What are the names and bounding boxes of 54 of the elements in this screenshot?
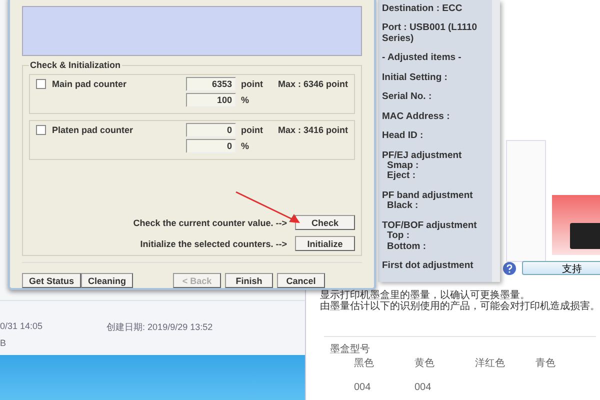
info-line: Initial Setting : <box>382 72 448 84</box>
modified-date: 0/31 14:05 <box>0 321 43 333</box>
info-line: PF/EJ adjustment <box>382 150 463 161</box>
info-line: PF band adjustment <box>382 190 474 201</box>
info-line: Destination : ECC <box>382 4 464 14</box>
counter-checkbox[interactable]: Platen pad counter <box>36 125 186 135</box>
counter-value: 0 <box>186 123 236 137</box>
percent-value: 0 <box>186 139 236 153</box>
unit-label: % <box>240 141 250 151</box>
action-button[interactable]: Initialize <box>295 236 356 251</box>
unit-label: point <box>240 79 264 89</box>
ink-color-name: 黄色 <box>414 356 436 370</box>
notice-text: 显示打印机墨盒里的墨量，以确认可更换墨量。 <box>320 290 530 301</box>
checkbox-icon[interactable] <box>36 125 46 135</box>
nav-button[interactable]: Finish <box>225 273 274 288</box>
max-label: Max : 3416 point <box>278 125 348 135</box>
created-date: 创建日期: 2019/9/29 13:52 <box>106 321 213 334</box>
info-line: MAC Address : <box>382 112 451 122</box>
info-line: Head ID : <box>382 131 424 142</box>
info-line: Eject : <box>386 171 417 182</box>
info-line: Smap : <box>386 160 419 171</box>
help-icon[interactable] <box>503 262 516 274</box>
ink-color-name: 洋红色 <box>475 357 506 370</box>
ink-code: 004 <box>354 382 372 393</box>
ink-title: 墨盒型号 <box>330 342 371 356</box>
info-line: Top : <box>386 231 411 242</box>
info-line: - Adjusted items - <box>382 53 462 64</box>
info-line: Bottom : <box>386 242 428 252</box>
action-hint: Check the current counter value. --> <box>133 218 288 228</box>
unit-label: point <box>240 125 264 135</box>
ink-code: 004 <box>414 382 432 393</box>
group-title: Check & Initialization <box>29 60 122 70</box>
ink-color-name: 青色 <box>536 356 556 370</box>
info-line: First dot adjustment <box>382 261 474 272</box>
counter-checkbox[interactable]: Main pad counter <box>36 79 186 89</box>
ink-color-name: 黑色 <box>354 357 375 370</box>
support-button[interactable]: 支持 <box>522 261 600 275</box>
nav-button[interactable]: Cancel <box>277 273 326 288</box>
checkbox-icon[interactable] <box>36 79 46 89</box>
printer-drawing <box>570 223 600 249</box>
info-line: Port : USB001 (L1110 Series) <box>382 23 478 44</box>
info-line: Black : <box>386 201 420 212</box>
info-line: TOF/BOF adjustment <box>382 220 478 232</box>
action-hint: Initialize the selected counters. --> <box>140 238 288 248</box>
tool-button[interactable]: Cleaning <box>81 273 134 288</box>
unit-label: % <box>240 95 250 105</box>
percent-value: 100 <box>186 93 236 107</box>
counter-value: 6353 <box>186 77 236 91</box>
max-label: Max : 6346 point <box>278 79 348 89</box>
action-button[interactable]: Check <box>295 215 356 230</box>
file-size: B <box>0 338 8 348</box>
notice-text: 由墨量估计以下的识别使用的产品，可能会对打印机造成损害。 <box>320 301 600 312</box>
tool-button[interactable]: Get Status <box>22 273 82 288</box>
info-line: Serial No. : <box>382 92 433 103</box>
